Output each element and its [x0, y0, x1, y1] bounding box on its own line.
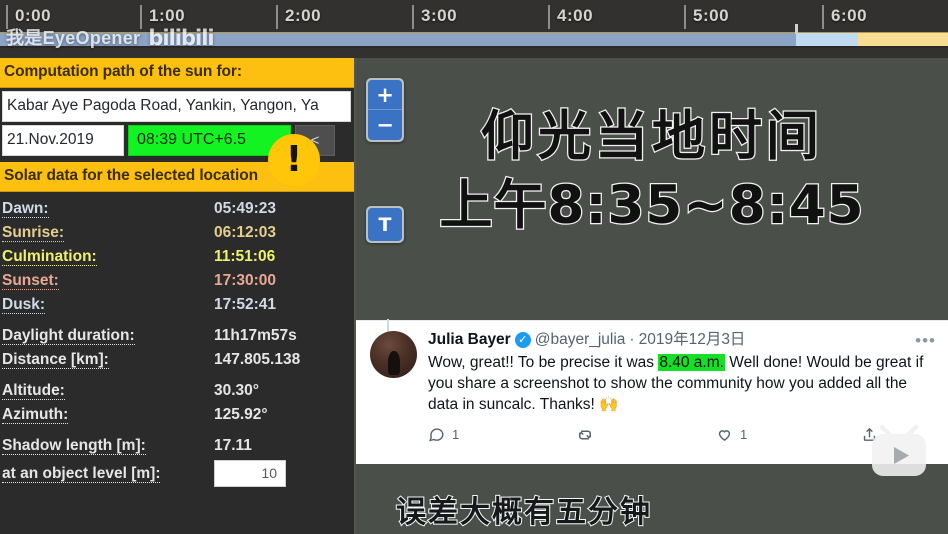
- overlay-caption-line-2: 上午8:35~8:45: [438, 175, 865, 237]
- object-level-label: at an object level [m]:: [2, 465, 161, 483]
- map-zoom-controls[interactable]: + −: [366, 78, 404, 142]
- channel-watermark: 我是EyeOpener bilibili: [6, 24, 215, 50]
- row-value: 125.92°: [214, 406, 268, 423]
- row-value: 17.11: [214, 437, 252, 454]
- timeline-tick: 5:00: [684, 5, 729, 29]
- location-field-row: Kabar Aye Pagoda Road, Yankin, Yangon, Y…: [0, 88, 354, 122]
- row-label: Altitude:: [2, 382, 65, 400]
- table-row: Sunset: 17:30:00: [0, 269, 354, 293]
- row-value: 17:30:00: [214, 272, 277, 289]
- table-row: Daylight duration: 11h17m57s: [0, 324, 354, 348]
- tweet-text: Wow, great!! To be precise it was 8.40 a…: [428, 352, 936, 416]
- timeline-tick: 2:00: [276, 5, 321, 29]
- tweet-separator: ·: [629, 331, 635, 348]
- verified-badge-icon: ✓: [514, 332, 531, 349]
- row-value: 147.805.138: [214, 351, 301, 368]
- video-player-stage: 0:00 1:00 2:00 3:00 4:00 5:00 6:00 我是Eye…: [0, 0, 948, 534]
- reply-count: 1: [452, 427, 460, 443]
- row-value: 11h17m57s: [214, 327, 297, 344]
- table-row: Sunrise: 06:12:03: [0, 221, 354, 245]
- row-label: Sunrise:: [2, 224, 65, 242]
- overlay-caption: 仰光当地时间 上午8:35~8:45: [356, 106, 948, 237]
- alert-exclamation-icon[interactable]: !: [268, 134, 320, 186]
- suncalc-panel: Computation path of the sun for: Kabar A…: [0, 58, 356, 534]
- bilibili-play-logo-icon: [872, 424, 926, 476]
- row-label: Azimuth:: [2, 406, 69, 424]
- tweet-header: Julia Bayer ✓ @bayer_julia · 2019年12月3日 …: [428, 331, 936, 350]
- panel-header-title: Computation path of the sun for:: [0, 58, 354, 88]
- bilibili-logo-text: bilibili: [148, 26, 214, 50]
- tweet-timestamp[interactable]: 2019年12月3日: [639, 331, 746, 350]
- row-value: 11:51:06: [214, 248, 276, 265]
- tweet-handle[interactable]: @bayer_julia: [535, 331, 626, 350]
- zoom-out-button[interactable]: −: [368, 110, 402, 140]
- row-label: Shadow length [m]:: [2, 437, 146, 455]
- watermark-text: 我是EyeOpener: [6, 28, 141, 48]
- row-value: 17:52:41: [214, 296, 277, 313]
- retweet-button[interactable]: [576, 426, 716, 444]
- row-label: Dusk:: [2, 296, 46, 314]
- timeline-tick: 4:00: [548, 5, 593, 29]
- retweet-icon: [578, 430, 592, 440]
- reply-button[interactable]: 1: [428, 426, 576, 443]
- heart-icon: [718, 430, 731, 442]
- date-input[interactable]: 21.Nov.2019: [2, 125, 124, 156]
- video-subtitle: 误差大概有五分钟: [395, 494, 652, 531]
- row-label: Culmination:: [2, 248, 97, 266]
- table-row: Azimuth: 125.92°: [0, 403, 354, 427]
- location-input[interactable]: Kabar Aye Pagoda Road, Yankin, Yangon, Y…: [2, 91, 351, 122]
- overlay-caption-line-1: 仰光当地时间: [480, 106, 823, 167]
- tweet-action-bar: 1 1: [428, 426, 936, 444]
- table-row: Distance [km]: 147.805.138: [0, 348, 354, 372]
- solar-data-table: Dawn: 05:49:23 Sunrise: 06:12:03 Culmina…: [0, 197, 354, 490]
- timeline-tick: 3:00: [412, 5, 457, 29]
- avatar[interactable]: [370, 331, 417, 378]
- tweet-main: Julia Bayer ✓ @bayer_julia · 2019年12月3日 …: [428, 331, 936, 444]
- zoom-in-button[interactable]: +: [368, 80, 402, 110]
- row-value: 05:49:23: [214, 200, 277, 217]
- table-row: Altitude: 30.30°: [0, 379, 354, 403]
- map-text-control[interactable]: T: [366, 206, 404, 243]
- tweet-text-highlight: 8.40 a.m.: [658, 353, 725, 371]
- progress-scrubber-handle[interactable]: [795, 24, 799, 34]
- table-row: Dusk: 17:52:41: [0, 293, 354, 317]
- timeline-tick: 6:00: [822, 5, 867, 29]
- text-layer-toggle-button[interactable]: T: [368, 208, 402, 241]
- row-label: Distance [km]:: [2, 351, 109, 369]
- tweet-body: Julia Bayer ✓ @bayer_julia · 2019年12月3日 …: [370, 331, 936, 444]
- tweet-text-before: Wow, great!! To be precise it was: [428, 353, 659, 371]
- like-button[interactable]: 1: [716, 426, 861, 443]
- row-label: Sunset:: [2, 272, 59, 290]
- table-row: Shadow length [m]: 17.11: [0, 434, 354, 458]
- reply-icon: [429, 428, 444, 442]
- object-level-input[interactable]: 10: [214, 460, 286, 487]
- tweet-card[interactable]: Julia Bayer ✓ @bayer_julia · 2019年12月3日 …: [356, 319, 948, 464]
- tweet-author-name[interactable]: Julia Bayer: [428, 331, 511, 350]
- table-row: at an object level [m]: 10: [0, 458, 354, 490]
- like-count: 1: [740, 427, 748, 443]
- row-value: 06:12:03: [214, 224, 277, 241]
- table-row: Dawn: 05:49:23: [0, 197, 354, 221]
- more-options-icon[interactable]: •••: [915, 332, 936, 349]
- row-value: 30.30°: [214, 382, 259, 399]
- table-row: Culmination: 11:51:06: [0, 245, 354, 269]
- row-label: Daylight duration:: [2, 327, 135, 345]
- row-label: Dawn:: [2, 200, 49, 218]
- time-input[interactable]: 08:39 UTC+6.5: [128, 125, 291, 156]
